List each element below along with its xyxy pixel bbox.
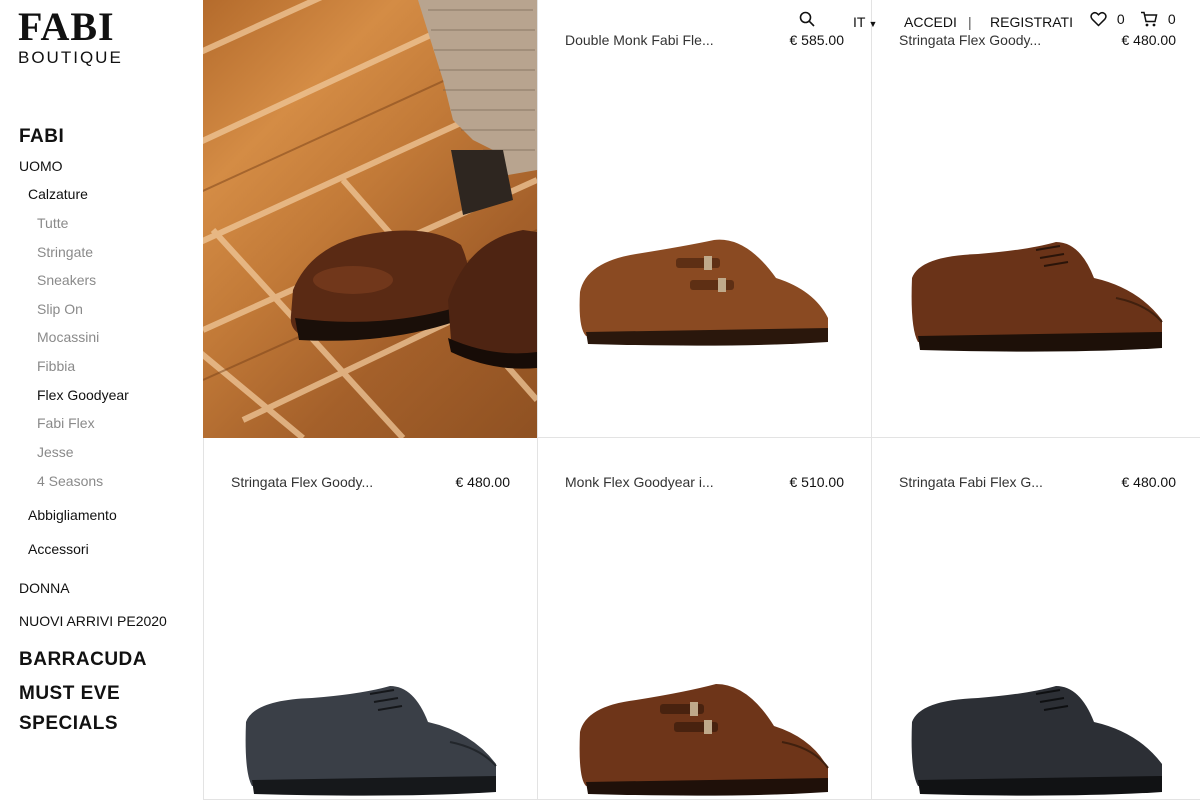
search-icon[interactable]	[799, 11, 815, 30]
nav-sub-slip-on[interactable]: Slip On	[37, 301, 83, 317]
shoe-image	[911, 242, 1163, 352]
shoe-image	[579, 684, 829, 796]
nav-sub-4-seasons[interactable]: 4 Seasons	[37, 473, 103, 489]
header-actions: IT ▼ ACCEDI | REGISTRATI 0 0	[790, 10, 1200, 36]
language-selector[interactable]: IT ▼	[853, 14, 877, 30]
nav-sub-mocassini[interactable]: Mocassini	[37, 329, 99, 345]
wishlist-button[interactable]: 0	[1090, 11, 1125, 30]
header-separator: |	[968, 14, 972, 30]
logo[interactable]: FABI BOUTIQUE	[18, 4, 123, 68]
product-card[interactable]: Monk Flex Goodyear i... € 510.00	[537, 438, 871, 800]
register-link[interactable]: REGISTRATI	[990, 14, 1073, 30]
nav-brand-fabi[interactable]: FABI	[19, 126, 64, 148]
product-name[interactable]: Monk Flex Goodyear i...	[565, 474, 714, 490]
cart-count: 0	[1167, 11, 1176, 27]
nav-abbigliamento[interactable]: Abbigliamento	[28, 507, 117, 523]
product-price: € 510.00	[789, 474, 845, 490]
shoe-image	[911, 686, 1162, 796]
nav-brand-must-eve[interactable]: MUST EVE	[19, 683, 120, 705]
nav-sub-fibbia[interactable]: Fibbia	[37, 358, 75, 374]
nav-sub-tutte[interactable]: Tutte	[37, 215, 68, 231]
language-label: IT	[853, 14, 866, 30]
logo-sub-text: BOUTIQUE	[18, 48, 123, 67]
product-card[interactable]: Stringata Flex Goody... € 480.00	[871, 0, 1200, 438]
hero-image[interactable]	[203, 0, 537, 438]
caret-down-icon: ▼	[868, 19, 878, 29]
product-name[interactable]: Double Monk Fabi Fle...	[565, 32, 714, 48]
cart-button[interactable]: 0	[1140, 11, 1176, 30]
nav-calzature[interactable]: Calzature	[28, 186, 88, 202]
nav-brand-barracuda[interactable]: BARRACUDA	[19, 649, 147, 671]
product-name[interactable]: Stringata Fabi Flex G...	[899, 474, 1043, 490]
product-card[interactable]: Double Monk Fabi Fle... € 585.00	[537, 0, 871, 438]
login-link[interactable]: ACCEDI	[904, 14, 957, 30]
shoe-image	[579, 239, 828, 346]
sidebar: FABI BOUTIQUE FABI UOMO Calzature Tutte …	[0, 0, 203, 800]
nav-accessori[interactable]: Accessori	[28, 541, 89, 557]
hero-parquet-illustration	[203, 0, 537, 438]
nav-uomo[interactable]: UOMO	[19, 158, 63, 174]
nav-donna[interactable]: DONNA	[19, 580, 70, 596]
nav-sub-jesse[interactable]: Jesse	[37, 444, 74, 460]
product-card[interactable]: Stringata Fabi Flex G... € 480.00	[871, 438, 1200, 800]
product-card[interactable]: Stringata Flex Goody... € 480.00	[203, 438, 537, 800]
nav-nuovi-arrivi[interactable]: NUOVI ARRIVI PE2020	[19, 613, 167, 629]
wishlist-count: 0	[1116, 11, 1125, 27]
heart-icon	[1090, 11, 1111, 30]
product-price: € 480.00	[455, 474, 511, 490]
nav-sub-stringate[interactable]: Stringate	[37, 244, 93, 260]
cart-icon	[1140, 11, 1162, 30]
nav-sub-sneakers[interactable]: Sneakers	[37, 272, 96, 288]
nav-sub-flex-goodyear[interactable]: Flex Goodyear	[37, 387, 129, 403]
product-price: € 480.00	[1121, 474, 1177, 490]
logo-main-text: FABI	[18, 4, 115, 49]
product-name[interactable]: Stringata Flex Goody...	[231, 474, 373, 490]
shoe-image	[245, 686, 497, 796]
nav-sub-fabi-flex[interactable]: Fabi Flex	[37, 415, 95, 431]
nav-specials[interactable]: SPECIALS	[19, 713, 118, 735]
